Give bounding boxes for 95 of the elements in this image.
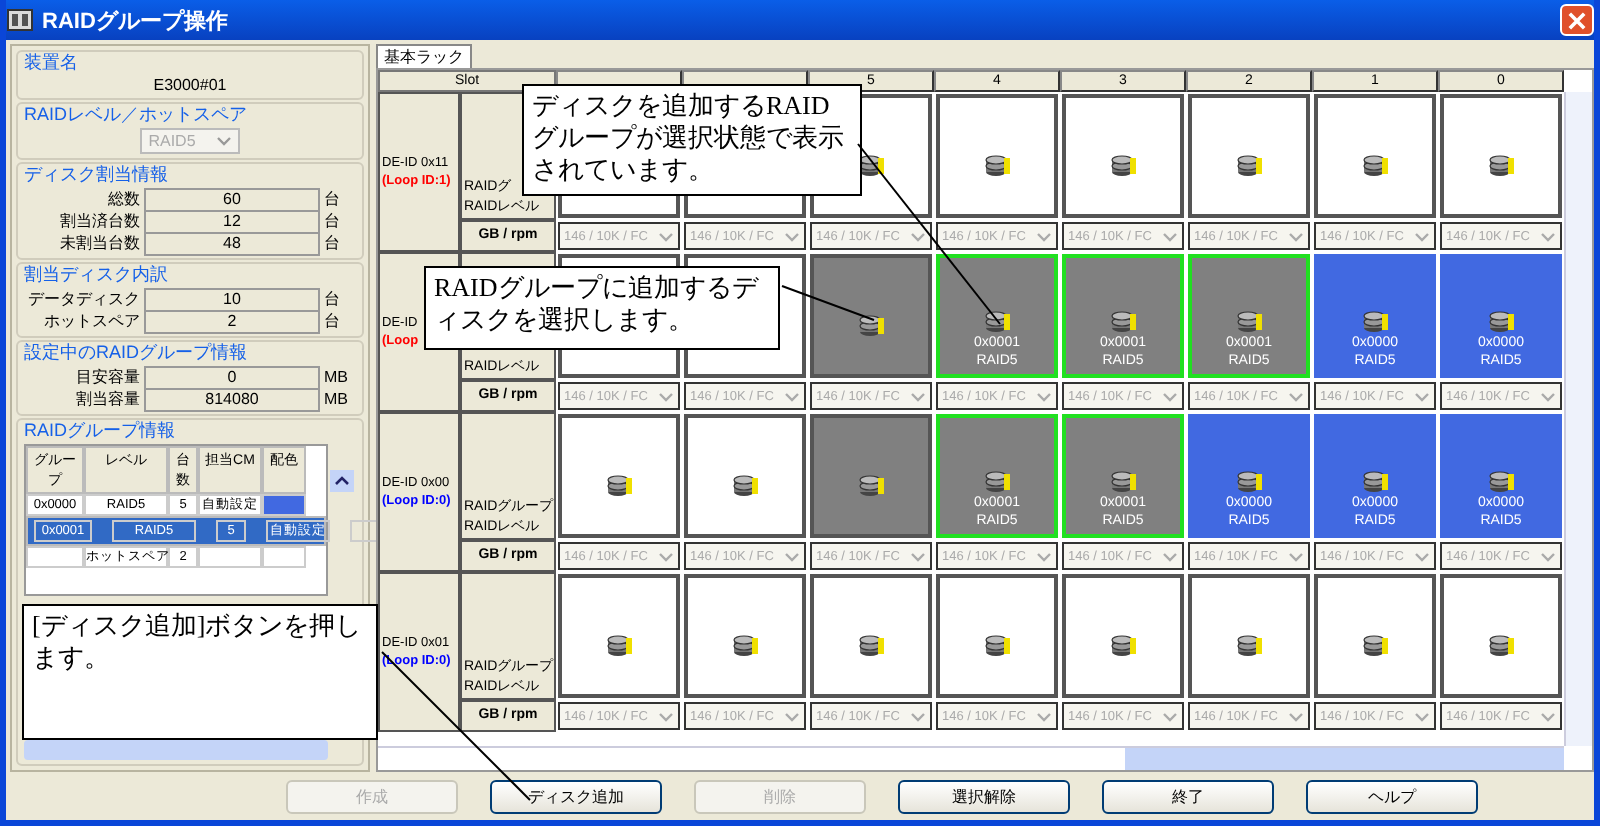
value-field: 48	[144, 231, 320, 255]
close-button[interactable]	[1560, 4, 1594, 36]
table-cell	[26, 546, 84, 568]
caret-icon	[784, 711, 800, 721]
caret-icon	[784, 551, 800, 561]
disk-slot[interactable]	[1188, 94, 1310, 218]
disk-slot[interactable]	[1314, 574, 1436, 698]
caret-icon	[1036, 551, 1052, 561]
field-label: 割当済台数	[58, 210, 140, 232]
caret-icon	[1162, 391, 1178, 401]
callout-tooltip: [ディスク追加]ボタンを押します。	[22, 604, 378, 740]
caret-icon	[1288, 711, 1304, 721]
caret-icon	[658, 231, 674, 241]
caret-icon	[910, 551, 926, 561]
app-icon	[6, 6, 34, 34]
unit-label: 台	[324, 288, 342, 310]
caret-icon	[910, 391, 926, 401]
group-heading: 装置名	[24, 52, 80, 74]
group-heading: ディスク割当情報	[24, 164, 170, 186]
field-label: データディスク	[26, 288, 140, 310]
vertical-scrollbar[interactable]	[1564, 92, 1592, 746]
caret-icon	[215, 136, 232, 146]
caret-icon	[658, 551, 674, 561]
caret-icon	[1288, 551, 1304, 561]
field-label: 割当容量	[74, 388, 140, 410]
caret-icon	[784, 391, 800, 401]
scrollbar-up-button[interactable]	[330, 470, 354, 492]
action-button[interactable]: ヘルプ	[1306, 779, 1478, 813]
close-icon	[1568, 11, 1586, 29]
caret-icon	[1414, 551, 1430, 561]
disk-slot[interactable]	[1062, 574, 1184, 698]
caret-icon	[1540, 231, 1556, 241]
table-cell	[262, 546, 306, 568]
caret-icon	[1288, 391, 1304, 401]
value-field: 10	[144, 287, 320, 311]
caret-icon	[1036, 391, 1052, 401]
caret-icon	[1162, 551, 1178, 561]
field-label: ホットスペア	[42, 310, 140, 332]
disk-slot[interactable]	[1440, 94, 1562, 218]
disk-slot[interactable]	[684, 574, 806, 698]
tab[interactable]: 基本ラック	[376, 44, 472, 68]
value-field: 60	[144, 187, 320, 211]
unit-label: MB	[324, 390, 350, 408]
disk-slot[interactable]	[1062, 94, 1184, 218]
disk-slot[interactable]	[936, 574, 1058, 698]
action-button[interactable]: 終了	[1102, 779, 1274, 813]
callout-tooltip: RAIDグループに追加するディスクを選択します。	[424, 266, 780, 350]
unit-label: 台	[324, 188, 342, 210]
disk-slot[interactable]	[1440, 574, 1562, 698]
window-title: RAIDグループ操作	[42, 7, 230, 35]
caret-icon	[1414, 711, 1430, 721]
caret-icon	[1162, 711, 1178, 721]
group-heading: RAIDレベル／ホットスペア	[24, 104, 250, 126]
caret-icon	[1540, 551, 1556, 561]
group-heading: 割当ディスク内訳	[24, 264, 170, 286]
caret-icon	[910, 231, 926, 241]
caret-icon	[1540, 391, 1556, 401]
disk-slot[interactable]	[558, 574, 680, 698]
caret-icon	[1036, 231, 1052, 241]
caret-icon	[1414, 231, 1430, 241]
field-label: 総数	[106, 188, 140, 210]
caret-icon	[658, 391, 674, 401]
action-button[interactable]: ディスク追加	[490, 779, 662, 813]
value-field: 0	[144, 365, 320, 389]
group-heading: RAIDグループ情報	[24, 420, 178, 442]
caret-icon	[1288, 231, 1304, 241]
action-button[interactable]: 選択解除	[898, 779, 1070, 813]
caret-icon	[1414, 391, 1430, 401]
unit-label: 台	[324, 310, 342, 332]
field-label: 目安容量	[74, 366, 140, 388]
unit-label: MB	[324, 368, 350, 386]
disk-slot[interactable]	[684, 414, 806, 538]
disk-slot[interactable]	[936, 94, 1058, 218]
device-name: E3000#01	[151, 76, 229, 94]
group-heading: 設定中のRAIDグループ情報	[24, 342, 250, 364]
horizontal-scrollbar[interactable]	[24, 740, 328, 760]
disk-slot[interactable]	[810, 574, 932, 698]
caret-icon	[910, 711, 926, 721]
table-cell	[198, 546, 262, 568]
disk-slot[interactable]	[1314, 94, 1436, 218]
caret-icon	[784, 231, 800, 241]
unit-label: 台	[324, 210, 342, 232]
caret-icon	[658, 711, 674, 721]
unit-label: 台	[324, 232, 342, 254]
callout-tooltip: ディスクを追加するRAIDグループが選択状態で表示されています。	[522, 84, 862, 196]
value-field: 814080	[144, 387, 320, 411]
disk-slot[interactable]	[1188, 574, 1310, 698]
value-field: 12	[144, 209, 320, 233]
horizontal-scrollbar[interactable]	[378, 746, 1564, 770]
field-label: 未割当台数	[58, 232, 140, 254]
caret-icon	[1162, 231, 1178, 241]
value-field: 2	[144, 309, 320, 333]
disk-slot[interactable]	[558, 414, 680, 538]
caret-icon	[1540, 711, 1556, 721]
caret-icon	[1036, 711, 1052, 721]
